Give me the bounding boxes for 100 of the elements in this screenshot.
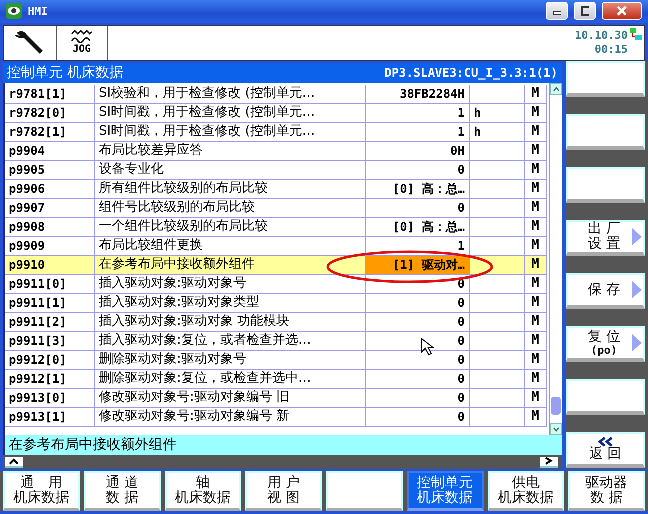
softkey[interactable]: 驱动器 数 据 xyxy=(568,471,645,511)
parameter-cell: p9911[1] xyxy=(5,294,95,312)
softkey-label: 设 置 xyxy=(588,237,620,252)
description-cell: SI时间戳，用于检查修改 (控制单元… xyxy=(95,123,366,141)
jog-mode-button[interactable]: JOG xyxy=(57,26,108,60)
access-cell: M xyxy=(525,351,547,369)
value-cell: 1 xyxy=(366,123,470,141)
value-cell: 0 xyxy=(366,389,470,407)
minimize-button[interactable] xyxy=(546,2,568,20)
value-cell: [0] 高：总… xyxy=(366,218,470,236)
softkey-label: 复 位 xyxy=(588,330,620,344)
parameter-cell: p9907 xyxy=(5,199,95,217)
table-row[interactable]: r9782[0] SI时间戳，用于检查修改 (控制单元… 1 h M xyxy=(5,104,547,123)
table-row[interactable]: p9906 所有组件比较级别的布局比较 [0] 高：总… M xyxy=(5,180,547,199)
table-row[interactable]: p9905 设备专业化 0 M xyxy=(5,161,547,180)
value-cell: [1] 驱动对… xyxy=(366,256,470,274)
parameter-cell: r9782[0] xyxy=(5,104,95,122)
description-cell: 插入驱动对象:驱动对象 功能模块 xyxy=(95,313,366,331)
value-cell: 0 xyxy=(366,294,470,312)
value-cell: 0 xyxy=(366,370,470,388)
access-cell: M xyxy=(525,161,547,179)
header-path: DP3.SLAVE3:CU_I_3.3:1(1) xyxy=(384,66,558,80)
value-cell: 0 xyxy=(366,408,470,426)
table-row[interactable]: p9913[1] 修改驱动对象号:驱动对象编号 新 0 M xyxy=(5,408,547,427)
softkey[interactable]: 轴 机床数据 xyxy=(164,471,242,511)
parameter-cell: p9910 xyxy=(5,256,95,274)
table-row[interactable]: p9912[0] 删除驱动对象:驱动对象号 0 M xyxy=(5,351,547,370)
table-row[interactable]: p9910 在参考布局中接收额外组件 [1] 驱动对… M xyxy=(5,256,547,275)
table-row[interactable]: p9912[1] 删除驱动对象:复位，或检查并选中… 0 M xyxy=(5,370,547,389)
description-cell: SI时间戳，用于检查修改 (控制单元… xyxy=(95,104,366,122)
arrow-icon xyxy=(632,281,642,299)
description-cell: 插入驱动对象:复位，或者检查并选… xyxy=(95,332,366,350)
parameter-cell: r9781[1] xyxy=(5,85,95,103)
access-cell: M xyxy=(525,237,547,255)
table-row[interactable]: p9907 组件号比较级别的布局比较 0 M xyxy=(5,199,547,218)
softkey[interactable]: 保 存 xyxy=(566,273,645,309)
softkey[interactable]: 控制单元 机床数据 xyxy=(406,471,484,511)
scroll-up-button[interactable] xyxy=(5,456,23,468)
maximize-button[interactable] xyxy=(574,2,596,20)
access-cell: M xyxy=(525,180,547,198)
access-cell: M xyxy=(525,123,547,141)
parameter-cell: p9904 xyxy=(5,142,95,160)
window-title: HMI xyxy=(28,4,48,18)
value-cell: 0H xyxy=(366,142,470,160)
date-text: 10.10.30 xyxy=(575,28,628,43)
description-cell: 布局比较组件更换 xyxy=(95,237,366,255)
access-cell: M xyxy=(525,294,547,312)
scrollbar-thumb[interactable] xyxy=(551,397,561,415)
softkey[interactable]: 复 位 (po) xyxy=(566,326,645,362)
unit-cell: h xyxy=(470,123,525,141)
parameter-cell: p9913[1] xyxy=(5,408,95,426)
table-row[interactable]: p9911[1] 插入驱动对象:驱动对象类型 0 M xyxy=(5,294,547,313)
access-cell: M xyxy=(525,389,547,407)
softkey[interactable]: 通 用 机床数据 xyxy=(3,471,80,511)
arrow-icon xyxy=(632,228,642,246)
table-row[interactable]: p9909 布局比较组件更换 1 M xyxy=(5,237,547,256)
maximize-icon xyxy=(581,6,589,16)
description-cell: 设备专业化 xyxy=(95,161,366,179)
value-cell: 38FB2284H xyxy=(366,85,470,103)
description-cell: 组件号比较级别的布局比较 xyxy=(95,199,366,217)
description-cell: 插入驱动对象:驱动对象号 xyxy=(95,275,366,293)
close-button[interactable] xyxy=(602,2,642,20)
table-row[interactable]: r9781[1] SI校验和，用于检查修改 (控制单元… 38FB2284H M xyxy=(5,85,547,104)
description-cell: 修改驱动对象号:驱动对象编号 旧 xyxy=(95,389,366,407)
table-row[interactable]: p9911[2] 插入驱动对象:驱动对象 功能模块 0 M xyxy=(5,313,547,332)
scroll-up-button[interactable] xyxy=(550,83,562,95)
caret-up-icon xyxy=(552,86,560,92)
scroll-down-button[interactable] xyxy=(550,423,562,435)
softkey-label: 返 回 xyxy=(589,446,622,462)
table-row[interactable]: p9908 一个组件比较级别的布局比较 [0] 高：总… M xyxy=(5,218,547,237)
softkey[interactable]: 出 厂 设 置 xyxy=(566,220,645,256)
caret-down-icon xyxy=(552,426,560,432)
close-icon xyxy=(616,6,628,16)
value-cell: [0] 高：总… xyxy=(366,180,470,198)
arrow-icon xyxy=(632,334,642,352)
softkey[interactable]: 通 道 数 据 xyxy=(84,471,160,511)
table-row[interactable]: p9911[3] 插入驱动对象:复位，或者检查并选… 0 M xyxy=(5,332,547,351)
softkey[interactable]: 供电 机床数据 xyxy=(488,471,564,511)
table-row[interactable]: p9904 布局比较差异应答 0H M xyxy=(5,142,547,161)
softkey-label: (po) xyxy=(590,344,618,356)
network-icon xyxy=(630,28,642,42)
access-cell: M xyxy=(525,104,547,122)
access-cell: M xyxy=(525,332,547,350)
access-cell: M xyxy=(525,218,547,236)
parameter-cell: p9911[2] xyxy=(5,313,95,331)
table-row[interactable]: r9782[1] SI时间戳，用于检查修改 (控制单元… 1 h M xyxy=(5,123,547,142)
softkey[interactable]: 用 户 视 图 xyxy=(245,471,322,511)
access-cell: M xyxy=(525,142,547,160)
table-row[interactable]: p9913[0] 修改驱动对象号:驱动对象编号 旧 0 M xyxy=(5,389,547,408)
access-cell: M xyxy=(525,370,547,388)
mode-label: JOG xyxy=(72,44,92,56)
time-text: 00:15 xyxy=(594,42,628,57)
caret-up-icon xyxy=(9,458,19,464)
unit-cell: h xyxy=(470,104,525,122)
parameter-cell: p9911[3] xyxy=(5,332,95,350)
parameter-cell: p9912[1] xyxy=(5,370,95,388)
scroll-right-button[interactable] xyxy=(540,456,558,468)
back-softkey[interactable]: 返 回 xyxy=(566,432,645,468)
softkey-label: 出 厂 xyxy=(588,222,620,237)
value-cell: 0 xyxy=(366,161,470,179)
